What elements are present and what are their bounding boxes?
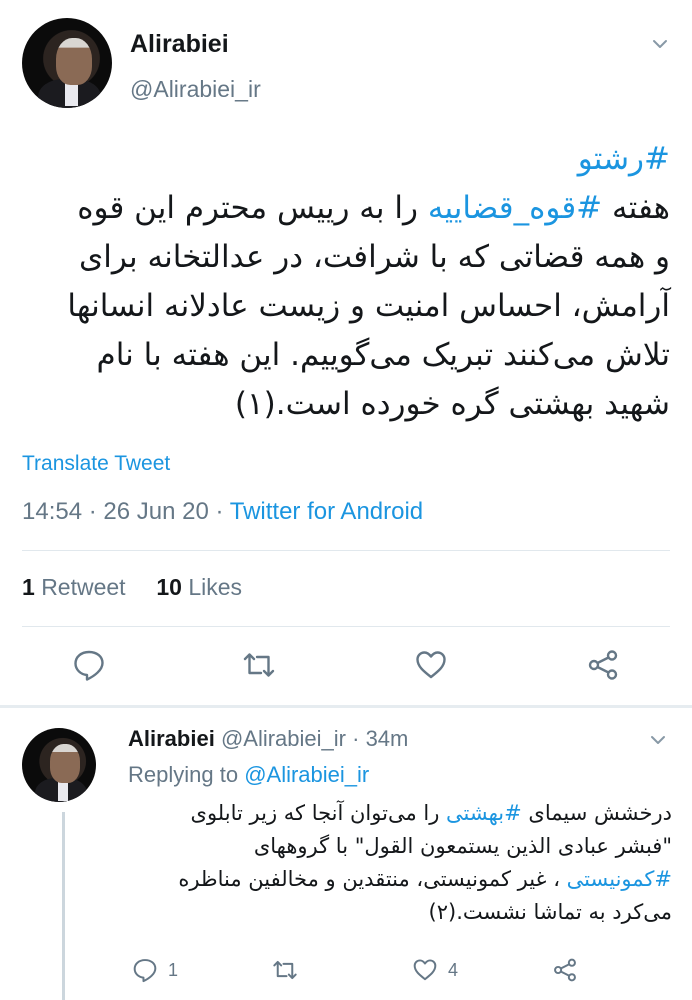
share-action[interactable]: [552, 957, 578, 983]
retweet-label: Retweet: [41, 574, 126, 600]
tweet-line: و همه قضاتی که با شرافت، در عدالتخانه بر…: [79, 239, 670, 275]
hashtag-link[interactable]: #قوه_قضاییه: [428, 190, 602, 226]
retweet-count: 1: [22, 574, 35, 600]
tweet-line: شهید بهشتی گره خورده است.(۱): [234, 386, 670, 422]
meta-separator: ·: [352, 726, 366, 751]
tweet-body: #رشتو هفته #قوه_قضاییه را به رییس محترم …: [18, 135, 670, 429]
share-icon: [554, 958, 576, 982]
tweet-date: 26 Jun 20: [103, 498, 209, 525]
tweet-source-link[interactable]: Twitter for Android: [230, 498, 423, 525]
replying-to: Replying to @Alirabiei_ir: [128, 762, 369, 788]
reply-action[interactable]: 1: [132, 957, 178, 983]
tweet-line: آرامش، احساس امنیت و زیست عادلانه انسانه…: [67, 288, 670, 324]
hashtag-link[interactable]: #بهشتی: [446, 801, 522, 825]
replying-to-link[interactable]: @Alirabiei_ir: [244, 762, 369, 787]
reply-count: 1: [168, 959, 179, 980]
meta-separator: ·: [88, 498, 104, 525]
author-handle[interactable]: @Alirabiei_ir: [130, 76, 261, 103]
reply-author-name[interactable]: Alirabiei: [128, 726, 215, 751]
reply-text-segment: ، غیر کمونیستی، منتقدین و مخالفین مناظره: [178, 867, 567, 891]
tweet-separator: [0, 705, 692, 708]
reply-line: "فبشر عبادی الذین یستمعون القول" با گروه…: [253, 834, 672, 858]
reply-line: #کمونیستی ، غیر کمونیستی، منتقدین و مخال…: [128, 863, 672, 896]
main-tweet: Alirabiei @Alirabiei_ir #رشتو هفته #قوه_…: [0, 0, 692, 706]
like-icon[interactable]: [414, 648, 448, 682]
avatar[interactable]: [22, 18, 112, 108]
reply-text-segment: را می‌توان آنجا که زیر تابلوی: [190, 801, 447, 825]
hashtag-link[interactable]: #رشتو: [578, 141, 670, 177]
replying-prefix: Replying to: [128, 762, 239, 787]
reply-header: Alirabiei @Alirabiei_ir · 34m: [128, 726, 408, 752]
author-name[interactable]: Alirabiei: [130, 30, 229, 59]
tweet-line: هفته #قوه_قضاییه را به رییس محترم این قو…: [18, 184, 670, 233]
chevron-down-icon[interactable]: [650, 732, 666, 748]
likes-stat[interactable]: 10 Likes: [156, 574, 242, 600]
meta-separator: ·: [215, 498, 230, 525]
reply-line: می‌کرد به تماشا نشست.(۲): [428, 900, 672, 924]
divider: [22, 626, 670, 627]
thread-line: [62, 812, 65, 1000]
retweet-icon[interactable]: [242, 648, 276, 682]
like-count: 4: [448, 959, 459, 980]
reply-author-handle[interactable]: @Alirabiei_ir: [221, 726, 346, 751]
retweet-action[interactable]: [272, 957, 298, 983]
reply-icon: [133, 959, 157, 983]
reply-avatar[interactable]: [22, 728, 96, 802]
chevron-down-icon[interactable]: [652, 36, 668, 52]
tweet-time: 14:54: [22, 498, 83, 525]
tweet-stats: 1 Retweet 10 Likes: [22, 574, 242, 601]
hashtag-link[interactable]: #کمونیستی: [567, 867, 672, 891]
reply-icon[interactable]: [72, 648, 106, 682]
share-icon[interactable]: [586, 648, 620, 682]
likes-label: Likes: [188, 574, 243, 600]
likes-count: 10: [156, 574, 182, 600]
avatar-face: [56, 37, 93, 85]
retweet-icon: [273, 960, 297, 980]
like-action[interactable]: 4: [412, 957, 458, 983]
avatar-face: [50, 744, 80, 783]
reply-text-segment: درخشش سیمای: [521, 801, 672, 825]
reply-body: درخشش سیمای #بهشتی را می‌توان آنجا که زی…: [128, 797, 672, 929]
divider: [22, 550, 670, 551]
retweet-stat[interactable]: 1 Retweet: [22, 574, 126, 600]
tweet-text-segment: هفته: [602, 190, 670, 226]
tweet-text-segment: را به رییس محترم این قوه: [77, 190, 428, 226]
reply-time: 34m: [365, 726, 409, 751]
tweet-meta: 14:54 · 26 Jun 20 · Twitter for Android: [22, 498, 423, 526]
tweet-line: تلاش می‌کنند تبریک می‌گوییم. این هفته با…: [96, 337, 670, 373]
like-icon: [413, 959, 437, 981]
translate-tweet-link[interactable]: Translate Tweet: [22, 452, 170, 476]
reply-line: درخشش سیمای #بهشتی را می‌توان آنجا که زی…: [128, 797, 672, 830]
